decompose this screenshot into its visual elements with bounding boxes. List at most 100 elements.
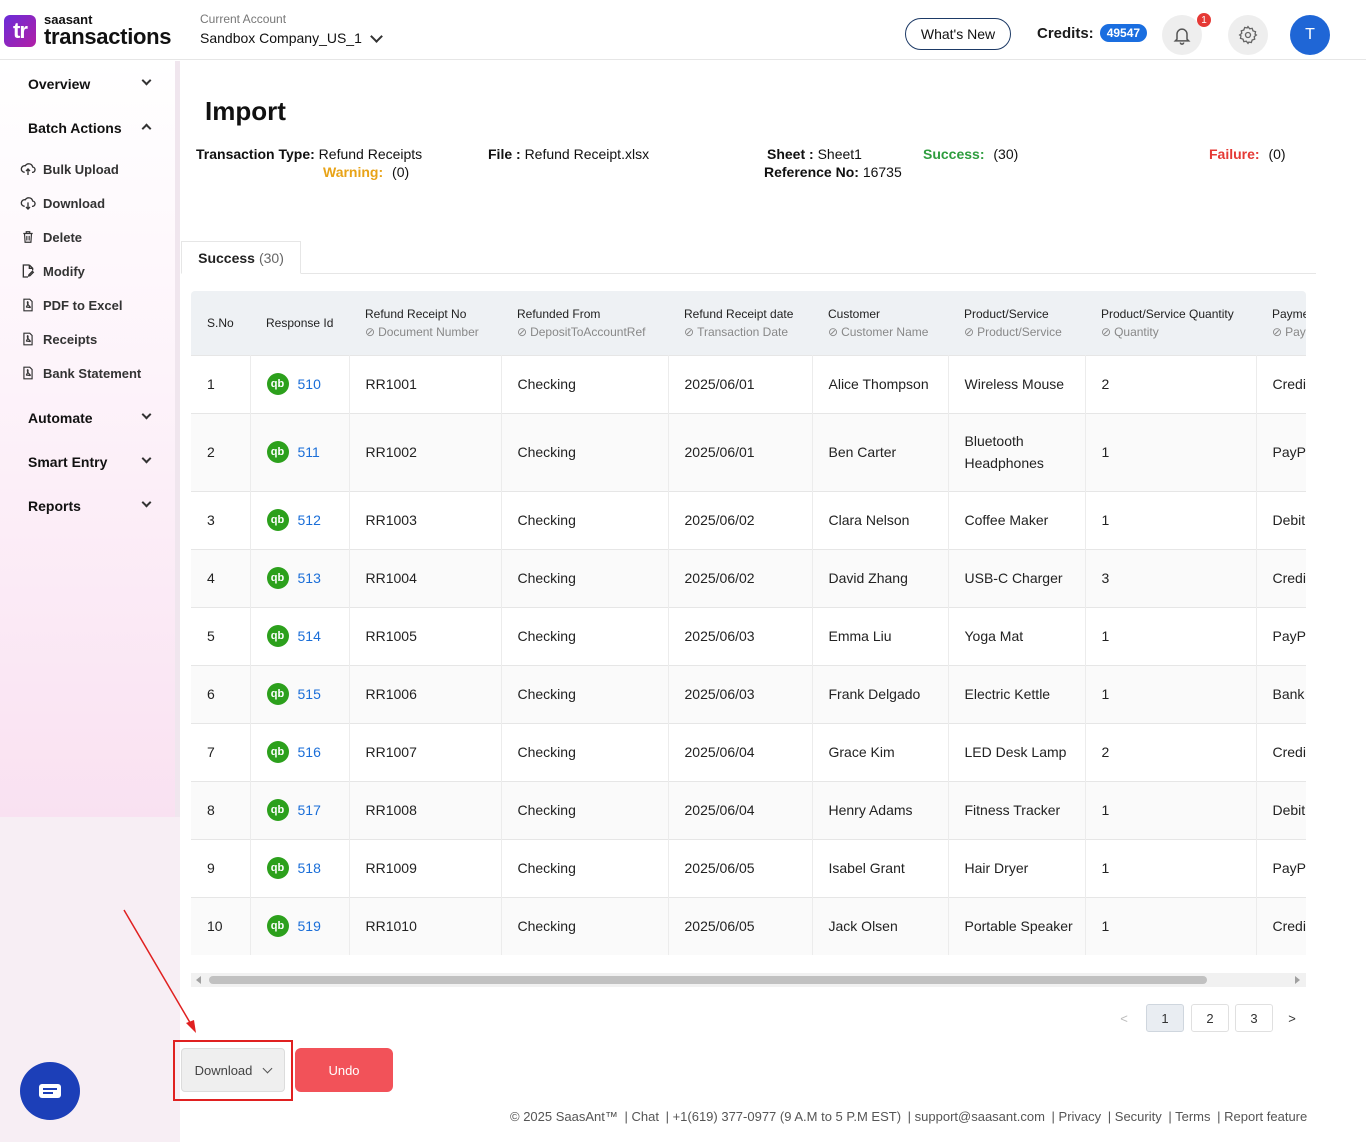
column-header[interactable]: Refund Receipt date ⊘ Transaction Date [668, 291, 812, 355]
table-row[interactable]: 8 qb 517 RR1008 Checking 2025/06/04 Henry Adam… [191, 780, 1306, 839]
column-header[interactable]: Response Id [250, 291, 349, 355]
cell-sno: 1 [191, 354, 251, 413]
sidebar-item-bulk-upload[interactable]: Bulk Upload [20, 161, 119, 177]
cell-refunded-from: Checking [501, 412, 669, 491]
table-row[interactable]: 5 qb 514 RR1005 Checking 2025/06/03 Emma Liu Yo… [191, 606, 1306, 665]
sidebar-section-batch-actions[interactable]: Batch Actions [28, 120, 122, 136]
sidebar-item-modify[interactable]: Modify [20, 263, 85, 279]
failure-value: (0) [1268, 146, 1286, 162]
user-avatar[interactable]: T [1290, 15, 1330, 55]
link-icon: ⊘ [964, 324, 975, 339]
scroll-left-icon[interactable] [196, 976, 201, 984]
warning-value: (0) [392, 164, 410, 180]
scroll-right-icon[interactable] [1295, 976, 1300, 984]
cell-quantity: 1 [1085, 412, 1257, 491]
cell-quantity: 1 [1085, 838, 1257, 897]
cell-refund-date: 2025/06/04 [668, 722, 813, 781]
reference-number: Reference No: 16735 [764, 164, 902, 180]
column-header[interactable]: Customer ⊘ Customer Name [812, 291, 948, 355]
table-row[interactable]: 3 qb 512 RR1003 Checking 2025/06/02 Clara Nels… [191, 490, 1306, 549]
response-id-link[interactable]: 514 [298, 628, 321, 644]
sidebar-item-label: Receipts [43, 331, 98, 347]
cell-customer: Alice Thompson [812, 354, 949, 413]
pagination-page-1[interactable]: 1 [1146, 1004, 1184, 1032]
column-header[interactable]: Refunded From ⊘ DepositToAccountRef [501, 291, 668, 355]
quickbooks-icon: qb [266, 915, 289, 938]
sidebar-item-delete[interactable]: Delete [20, 229, 82, 245]
sidebar-section-automate[interactable]: Automate [28, 410, 93, 426]
table-row[interactable]: 10 qb 519 RR1010 Checking 2025/06/05 Jack Olse… [191, 896, 1306, 955]
response-id-link[interactable]: 515 [298, 686, 321, 702]
response-id-link[interactable]: 516 [298, 744, 321, 760]
column-header[interactable]: Product/Service Quantity ⊘ Quantity [1085, 291, 1256, 355]
cell-product: Fitness Tracker [948, 780, 1086, 839]
column-header[interactable]: Product/Service ⊘ Product/Service [948, 291, 1085, 355]
column-header[interactable]: S.No [191, 291, 250, 355]
footer-email-link[interactable]: | support@saasant.com [908, 1109, 1045, 1124]
pagination-page-3[interactable]: 3 [1235, 1004, 1273, 1032]
notifications-button[interactable] [1162, 15, 1202, 55]
credits-label: Credits: [1037, 24, 1094, 42]
sidebar-item-receipts[interactable]: Receipts [20, 331, 97, 347]
sheet-label: Sheet : [767, 146, 814, 162]
footer-terms-link[interactable]: | Terms [1168, 1109, 1210, 1124]
footer-privacy-link[interactable]: | Privacy [1052, 1109, 1102, 1124]
account-selector[interactable]: Current Account Sandbox Company_US_1 [200, 12, 383, 46]
response-id-link[interactable]: 518 [298, 860, 321, 876]
edit-file-icon [22, 264, 35, 278]
cell-product: Wireless Mouse [948, 354, 1086, 413]
cell-refund-date: 2025/06/03 [668, 664, 813, 723]
sidebar-item-label: Delete [43, 229, 83, 245]
sidebar-section-smart-entry[interactable]: Smart Entry [28, 454, 107, 470]
pagination-next-button[interactable]: > [1282, 1004, 1302, 1032]
table-row[interactable]: 7 qb 516 RR1007 Checking 2025/06/04 Grace Kim L… [191, 722, 1306, 781]
table-row[interactable]: 1 qb 510 RR1001 Checking 2025/06/01 Alice Thom… [191, 354, 1306, 413]
response-id-link[interactable]: 512 [298, 512, 321, 528]
table-row[interactable]: 2 qb 511 RR1002 Checking 2025/06/01 Ben Carter… [191, 412, 1306, 491]
table-header-row: S.No Response Id Refund Receipt No ⊘ Docum… [191, 291, 1306, 355]
sidebar-item-download[interactable]: Download [20, 195, 105, 211]
reference-value: 16735 [862, 164, 902, 180]
whats-new-button[interactable]: What's New [905, 18, 1011, 50]
horizontal-scrollbar[interactable] [191, 973, 1306, 987]
cell-refund-receipt-no: RR1004 [349, 548, 502, 607]
table-row[interactable]: 9 qb 518 RR1009 Checking 2025/06/05 Isabel Gra… [191, 838, 1306, 897]
tab-success[interactable]: Success (30) [181, 241, 301, 274]
cell-refund-date: 2025/06/03 [668, 606, 813, 665]
response-id-link[interactable]: 519 [298, 918, 321, 934]
settings-button[interactable] [1228, 15, 1268, 55]
sidebar-section-overview[interactable]: Overview [28, 76, 90, 92]
pagination-prev-button[interactable]: < [1114, 1004, 1134, 1032]
chat-icon [39, 1084, 61, 1098]
footer-security-link[interactable]: | Security [1108, 1109, 1162, 1124]
app-logo[interactable]: tr saasant transactions [4, 13, 172, 48]
cell-product: Portable Speaker [948, 896, 1086, 955]
response-id-link[interactable]: 511 [298, 444, 320, 460]
cell-payment: PayPa [1256, 838, 1306, 897]
response-id-link[interactable]: 513 [298, 570, 321, 586]
column-header[interactable]: Refund Receipt No ⊘ Document Number [349, 291, 501, 355]
cell-customer: David Zhang [812, 548, 949, 607]
column-header[interactable]: Payme ⊘ Pay [1256, 291, 1306, 355]
chat-widget-button[interactable] [20, 1062, 80, 1120]
account-name: Sandbox Company_US_1 [200, 30, 362, 46]
response-id-link[interactable]: 517 [298, 802, 321, 818]
cloud-upload-icon [20, 163, 36, 175]
cell-sno: 3 [191, 490, 251, 549]
cell-product: Hair Dryer [948, 838, 1086, 897]
table-row[interactable]: 6 qb 515 RR1006 Checking 2025/06/03 Frank Delg… [191, 664, 1306, 723]
undo-button[interactable]: Undo [295, 1048, 393, 1092]
table-row[interactable]: 4 qb 513 RR1004 Checking 2025/06/02 David Zhan… [191, 548, 1306, 607]
sidebar-item-pdf-to-excel[interactable]: PDF to Excel [20, 297, 122, 313]
cell-payment: PayPa [1256, 606, 1306, 665]
footer-chat-link[interactable]: | Chat [625, 1109, 659, 1124]
pagination-page-2[interactable]: 2 [1191, 1004, 1229, 1032]
scrollbar-thumb[interactable] [209, 976, 1207, 984]
footer-report-link[interactable]: | Report feature [1217, 1109, 1307, 1124]
cell-refund-receipt-no: RR1005 [349, 606, 502, 665]
sidebar-section-reports[interactable]: Reports [28, 498, 81, 514]
chevron-down-icon [370, 29, 383, 43]
sidebar-item-bank-statement[interactable]: Bank Statement [20, 365, 141, 381]
cell-refund-date: 2025/06/01 [668, 354, 813, 413]
response-id-link[interactable]: 510 [298, 376, 321, 392]
